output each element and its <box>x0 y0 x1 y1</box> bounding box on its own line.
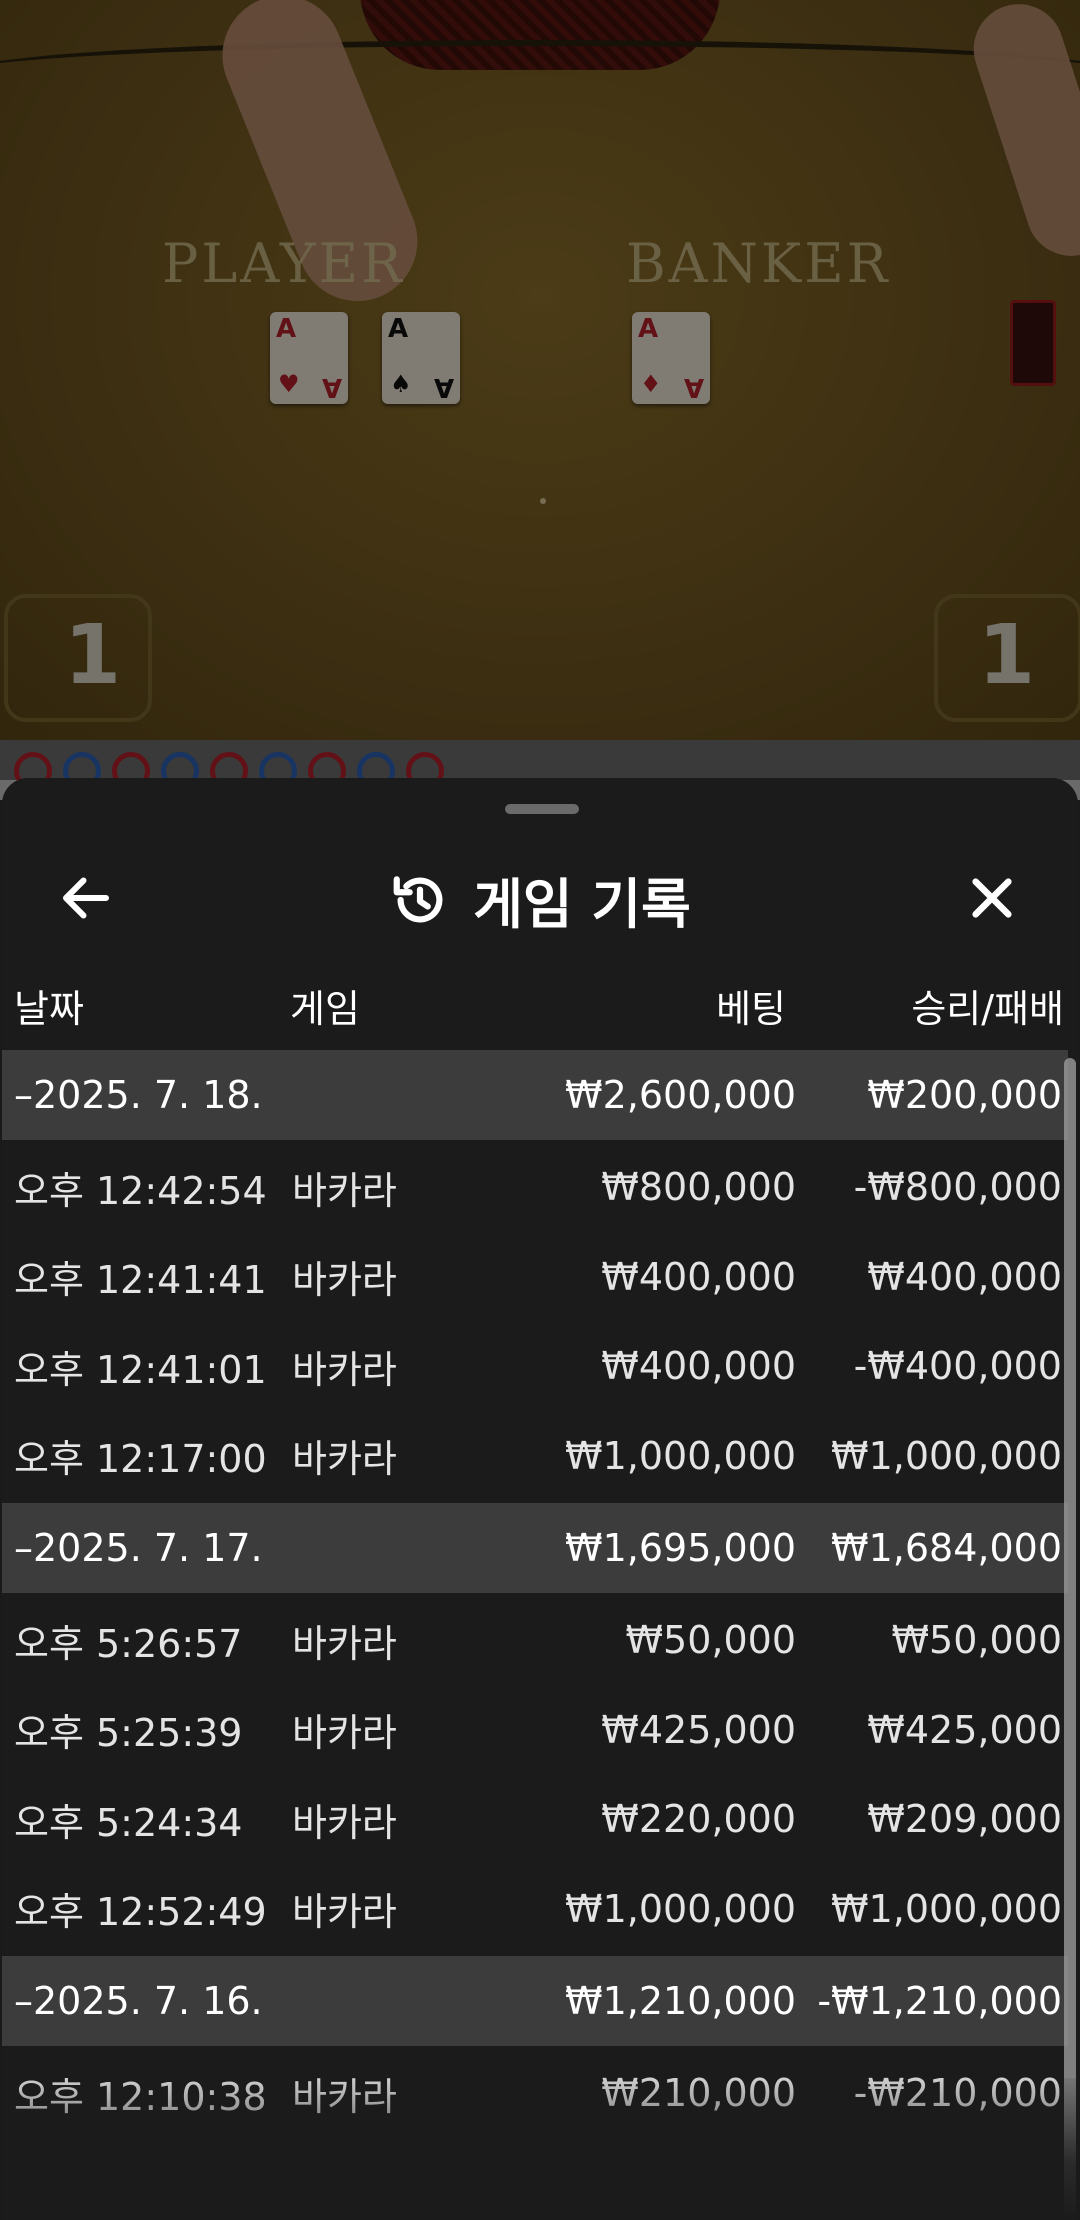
bottom-fade <box>2 2078 1078 2220</box>
sheet-title: 게임 기록 <box>473 873 691 936</box>
row-time: 오후 12:42:54 <box>14 1168 267 1213</box>
group-bet-total: ₩1,210,000 <box>565 1979 796 2023</box>
row-time: 오후 5:25:39 <box>14 1711 243 1755</box>
row-bet: ₩425,000 <box>601 1707 796 1752</box>
scrollbar[interactable] <box>1064 1058 1076 2218</box>
row-game: 바카라 <box>292 1258 397 1302</box>
row-win-loss: ₩209,000 <box>867 1797 1062 1841</box>
history-row[interactable]: 오후 12:17:00 바카라 ₩1,000,000 ₩1,000,000 <box>2 1412 1068 1500</box>
row-win-loss: ₩50,000 <box>891 1618 1062 1662</box>
group-date: –2025. 7. 16. <box>14 1979 263 2023</box>
date-group-row[interactable]: –2025. 7. 18. ₩2,600,000 ₩200,000 <box>2 1050 1068 1140</box>
row-game: 바카라 <box>292 1347 397 1392</box>
history-row[interactable]: 오후 12:41:01 바카라 ₩400,000 -₩400,000 <box>2 1322 1068 1410</box>
history-row[interactable]: 오후 5:26:57 바카라 ₩50,000 ₩50,000 <box>2 1596 1068 1684</box>
group-bet-total: ₩2,600,000 <box>565 1073 796 1117</box>
row-game: 바카라 <box>292 1890 397 1934</box>
row-time: 오후 12:52:49 <box>14 1890 267 1934</box>
date-group-row[interactable]: –2025. 7. 17. ₩1,695,000 ₩1,684,000 <box>2 1503 1068 1593</box>
group-win-total: ₩200,000 <box>867 1073 1062 1117</box>
row-win-loss: -₩400,000 <box>853 1344 1062 1388</box>
row-time: 오후 12:17:00 <box>14 1437 267 1481</box>
row-win-loss: -₩800,000 <box>853 1165 1062 1209</box>
dim-overlay[interactable] <box>0 0 1080 780</box>
history-row[interactable]: 오후 12:52:49 바카라 ₩1,000,000 ₩1,000,000 <box>2 1865 1068 1953</box>
group-win-total: ₩1,684,000 <box>831 1526 1062 1570</box>
row-win-loss: ₩1,000,000 <box>831 1433 1062 1478</box>
group-win-total: -₩1,210,000 <box>817 1979 1062 2023</box>
close-button[interactable] <box>952 858 1032 938</box>
column-header-date: 날짜 <box>14 987 84 1031</box>
drag-handle[interactable] <box>505 804 579 814</box>
game-history-sheet: 게임 기록 날짜 게임 베팅 승리/패배 –2025. 7. 18. ₩2,600… <box>2 778 1078 2220</box>
row-bet: ₩400,000 <box>601 1344 796 1388</box>
history-row[interactable]: 오후 5:24:34 바카라 ₩220,000 ₩209,000 <box>2 1775 1068 1863</box>
group-date: –2025. 7. 17. <box>14 1526 263 1570</box>
row-game: 바카라 <box>292 1168 397 1213</box>
row-time: 오후 12:41:41 <box>14 1258 267 1302</box>
row-win-loss: ₩1,000,000 <box>831 1886 1062 1931</box>
column-header-game: 게임 <box>290 987 360 1031</box>
row-bet: ₩1,000,000 <box>565 1433 796 1478</box>
row-bet: ₩400,000 <box>601 1254 796 1299</box>
row-time: 오후 5:26:57 <box>14 1621 243 1666</box>
column-header-win-loss: 승리/패배 <box>911 987 1064 1031</box>
history-icon <box>393 875 443 922</box>
row-bet: ₩800,000 <box>601 1165 796 1209</box>
row-win-loss: ₩400,000 <box>867 1254 1062 1299</box>
close-icon <box>972 878 1012 918</box>
row-bet: ₩1,000,000 <box>565 1886 796 1931</box>
history-row[interactable]: 오후 12:41:41 바카라 ₩400,000 ₩400,000 <box>2 1233 1068 1321</box>
row-bet: ₩50,000 <box>625 1618 796 1662</box>
row-game: 바카라 <box>292 1437 397 1481</box>
row-time: 오후 12:41:01 <box>14 1347 267 1392</box>
row-game: 바카라 <box>292 1711 397 1755</box>
sheet-title-group: 게임 기록 <box>2 860 1078 939</box>
group-bet-total: ₩1,695,000 <box>565 1526 796 1570</box>
history-row[interactable]: 오후 5:25:39 바카라 ₩425,000 ₩425,000 <box>2 1686 1068 1774</box>
date-group-row[interactable]: –2025. 7. 16. ₩1,210,000 -₩1,210,000 <box>2 1956 1068 2046</box>
group-date: –2025. 7. 18. <box>14 1073 263 1117</box>
row-bet: ₩220,000 <box>601 1797 796 1841</box>
row-game: 바카라 <box>292 1621 397 1666</box>
column-header-bet: 베팅 <box>716 987 786 1031</box>
history-row[interactable]: 오후 12:42:54 바카라 ₩800,000 -₩800,000 <box>2 1143 1068 1231</box>
row-win-loss: ₩425,000 <box>867 1707 1062 1752</box>
row-game: 바카라 <box>292 1800 397 1845</box>
row-time: 오후 5:24:34 <box>14 1800 243 1845</box>
sheet-header: 게임 기록 <box>2 838 1078 978</box>
